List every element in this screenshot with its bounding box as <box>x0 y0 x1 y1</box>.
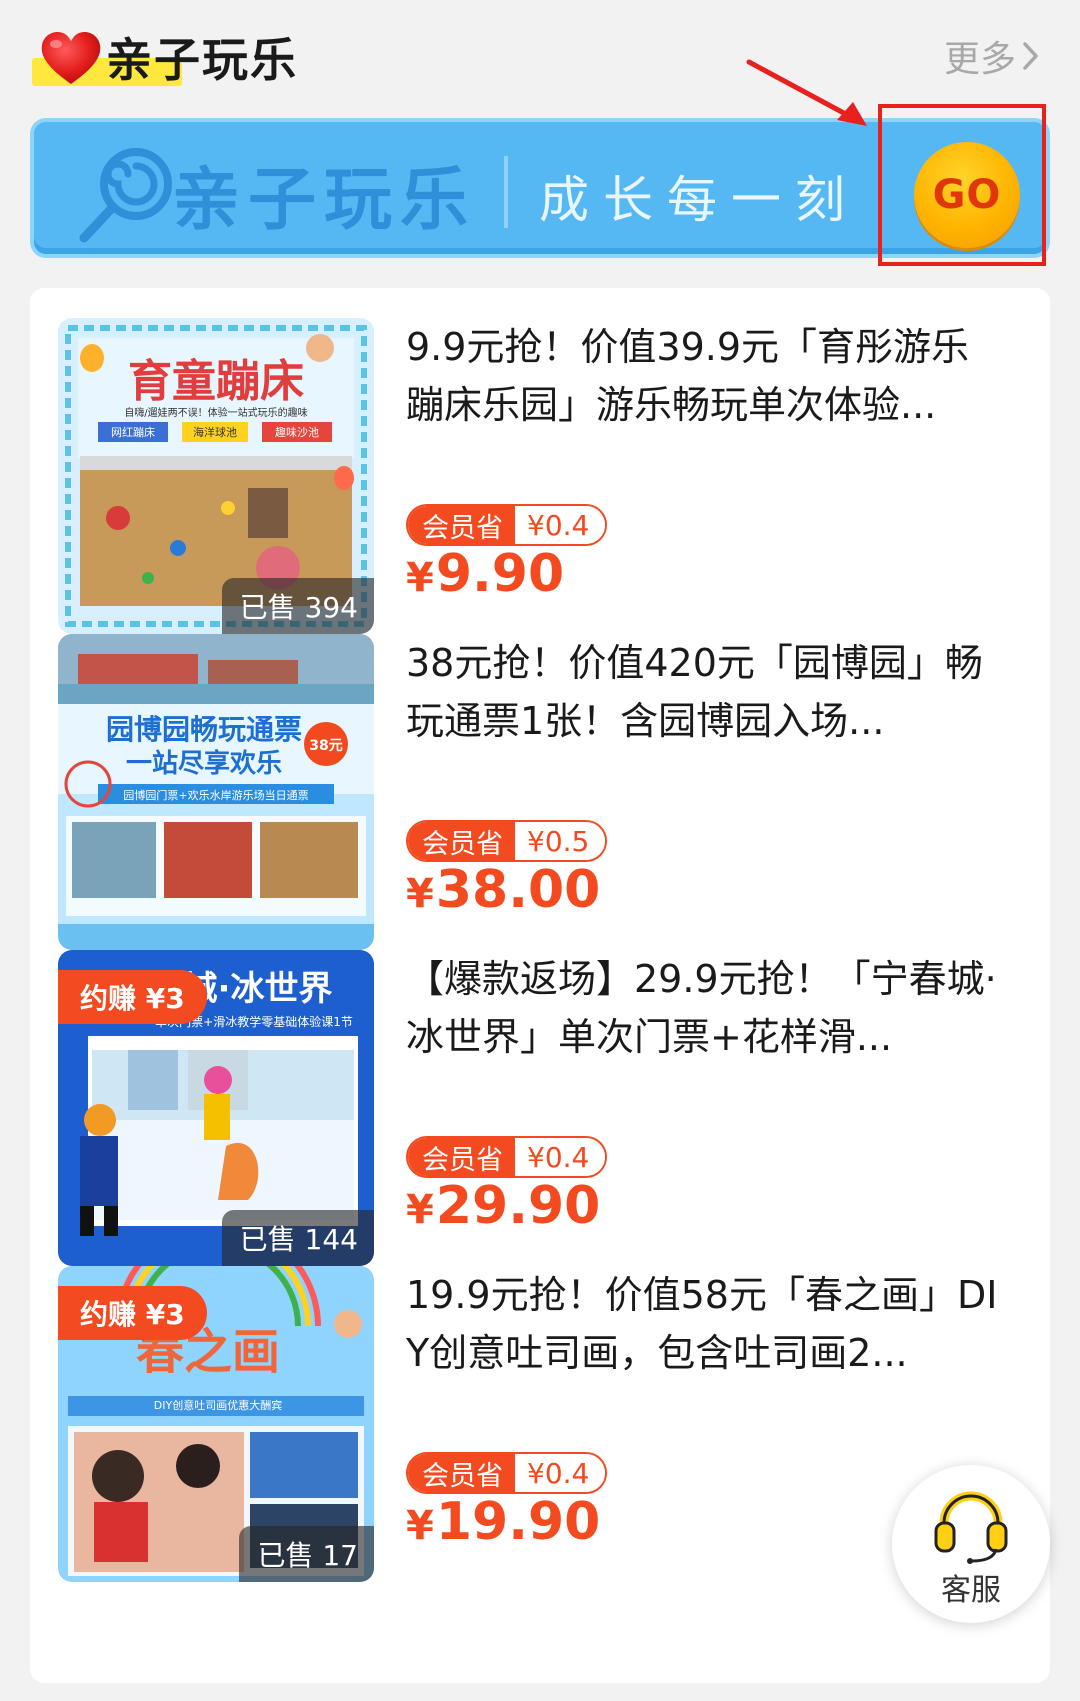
thumb-tag: 海洋球池 <box>193 425 237 439</box>
price-symbol: ¥ <box>406 1187 434 1233</box>
product-title: 【爆款返场】29.9元抢！「宁春城·冰世界」单次门票+花样滑... <box>406 957 997 1059</box>
thumb-title: 园博园畅玩通票 <box>106 713 302 746</box>
member-discount-badge: 会员省 ¥0.4 <box>406 504 608 546</box>
product-item[interactable]: 园博园畅玩通票 一站尽享欢乐 38元 园博园门票+欢乐水岸游乐场当日通票 38元… <box>58 634 1028 952</box>
banner-subtitle: 成长每一刻 <box>539 171 859 229</box>
price-value: 19.90 <box>435 1492 601 1552</box>
sold-count: 已售 394 <box>221 578 374 634</box>
go-button[interactable]: GO <box>914 142 1020 248</box>
product-info: 【爆款返场】29.9元抢！「宁春城·冰世界」单次门票+花样滑... 会员省 ¥0… <box>406 950 1006 1266</box>
customer-service-label: 客服 <box>941 1573 1001 1608</box>
more-link[interactable]: 更多 <box>944 30 1042 82</box>
product-thumbnail: 育童蹦床 自嗨/遛娃两不误！体验一站式玩乐的趣味 网红蹦床 海洋球池 趣味沙池 … <box>58 318 374 634</box>
product-thumbnail: 园博园畅玩通票 一站尽享欢乐 38元 园博园门票+欢乐水岸游乐场当日通票 <box>58 634 374 950</box>
member-save: ¥0.5 <box>515 822 606 860</box>
thumb-subtitle: 自嗨/遛娃两不误！体验一站式玩乐的趣味 <box>124 406 307 419</box>
price-symbol: ¥ <box>406 871 434 917</box>
lollipop-icon <box>79 148 172 243</box>
thumb-title: 育童蹦床 <box>128 356 304 407</box>
product-thumbnail: 城·冰世界 单次门票+滑冰教学零基础体验课1节 约赚 ¥3 已售 144 <box>58 950 374 1266</box>
product-title: 9.9元抢！价值39.9元「育彤游乐蹦床乐园」游乐畅玩单次体验... <box>406 325 970 427</box>
page: 亲子玩乐 更多 亲子玩乐 成长每一刻 GO 育童蹦床 自嗨/遛娃两不误！体验一站… <box>0 0 1080 1701</box>
product-item[interactable]: 育童蹦床 自嗨/遛娃两不误！体验一站式玩乐的趣味 网红蹦床 海洋球池 趣味沙池 … <box>58 318 1028 636</box>
thumb-badge: 38元 <box>309 738 342 754</box>
thumb-tag: 网红蹦床 <box>111 425 155 439</box>
earn-badge: 约赚 ¥3 <box>58 970 207 1024</box>
heart-icon <box>41 32 101 84</box>
product-item[interactable]: 城·冰世界 单次门票+滑冰教学零基础体验课1节 约赚 ¥3 已售 144 【爆款… <box>58 950 1028 1268</box>
product-thumbnail: 春之画 DIY创意吐司画优惠大酬宾 约赚 ¥3 已售 17 <box>58 1266 374 1582</box>
thumb-title-2: 一站尽享欢乐 <box>126 748 282 779</box>
member-label: 会员省 <box>408 506 515 544</box>
member-label: 会员省 <box>408 1454 515 1492</box>
member-label: 会员省 <box>408 822 515 860</box>
price-value: 29.90 <box>435 1176 601 1236</box>
more-label: 更多 <box>943 39 1016 80</box>
price: ¥29.90 <box>406 1176 600 1236</box>
thumb-tag: 趣味沙池 <box>275 425 319 439</box>
sold-count: 已售 17 <box>239 1526 374 1582</box>
member-save: ¥0.4 <box>515 1454 606 1492</box>
section-title: 亲子玩乐 <box>106 33 298 87</box>
section-header: 亲子玩乐 更多 <box>0 0 1080 110</box>
price-value: 38.00 <box>435 860 601 920</box>
price: ¥19.90 <box>406 1492 600 1552</box>
sold-count: 已售 144 <box>221 1210 374 1266</box>
product-info: 38元抢！价值420元「园博园」畅玩通票1张！含园博园入场... 会员省 ¥0.… <box>406 634 1006 950</box>
headset-icon <box>934 1491 1008 1564</box>
banner-divider <box>504 156 508 228</box>
product-item[interactable]: 春之画 DIY创意吐司画优惠大酬宾 约赚 ¥3 已售 17 19.9元抢！价值5… <box>58 1266 1028 1584</box>
member-label: 会员省 <box>408 1138 515 1176</box>
product-title: 38元抢！价值420元「园博园」畅玩通票1张！含园博园入场... <box>406 641 983 743</box>
member-save: ¥0.4 <box>515 506 606 544</box>
chevron-right-icon <box>1023 42 1038 70</box>
category-banner[interactable]: 亲子玩乐 成长每一刻 GO <box>30 118 1050 258</box>
product-title: 19.9元抢！价值58元「春之画」DIY创意吐司画，包含吐司画2... <box>406 1273 998 1375</box>
member-discount-badge: 会员省 ¥0.5 <box>406 820 608 862</box>
price-value: 9.90 <box>435 544 565 604</box>
earn-badge: 约赚 ¥3 <box>58 1286 207 1340</box>
price: ¥38.00 <box>406 860 600 920</box>
product-info: 9.9元抢！价值39.9元「育彤游乐蹦床乐园」游乐畅玩单次体验... 会员省 ¥… <box>406 318 1006 634</box>
product-image: 园博园畅玩通票 一站尽享欢乐 38元 园博园门票+欢乐水岸游乐场当日通票 <box>58 634 374 950</box>
member-discount-badge: 会员省 ¥0.4 <box>406 1452 608 1494</box>
banner-title: 亲子玩乐 <box>172 161 477 240</box>
member-discount-badge: 会员省 ¥0.4 <box>406 1136 608 1178</box>
customer-service-button[interactable]: 客服 <box>892 1465 1050 1623</box>
member-save: ¥0.4 <box>515 1138 606 1176</box>
price-symbol: ¥ <box>406 555 434 601</box>
thumb-subtitle: 园博园门票+欢乐水岸游乐场当日通票 <box>123 788 308 802</box>
price-symbol: ¥ <box>406 1503 434 1549</box>
price: ¥9.90 <box>406 544 564 604</box>
thumb-subtitle: DIY创意吐司画优惠大酬宾 <box>154 1398 282 1412</box>
product-list: 育童蹦床 自嗨/遛娃两不误！体验一站式玩乐的趣味 网红蹦床 海洋球池 趣味沙池 … <box>30 288 1050 1683</box>
